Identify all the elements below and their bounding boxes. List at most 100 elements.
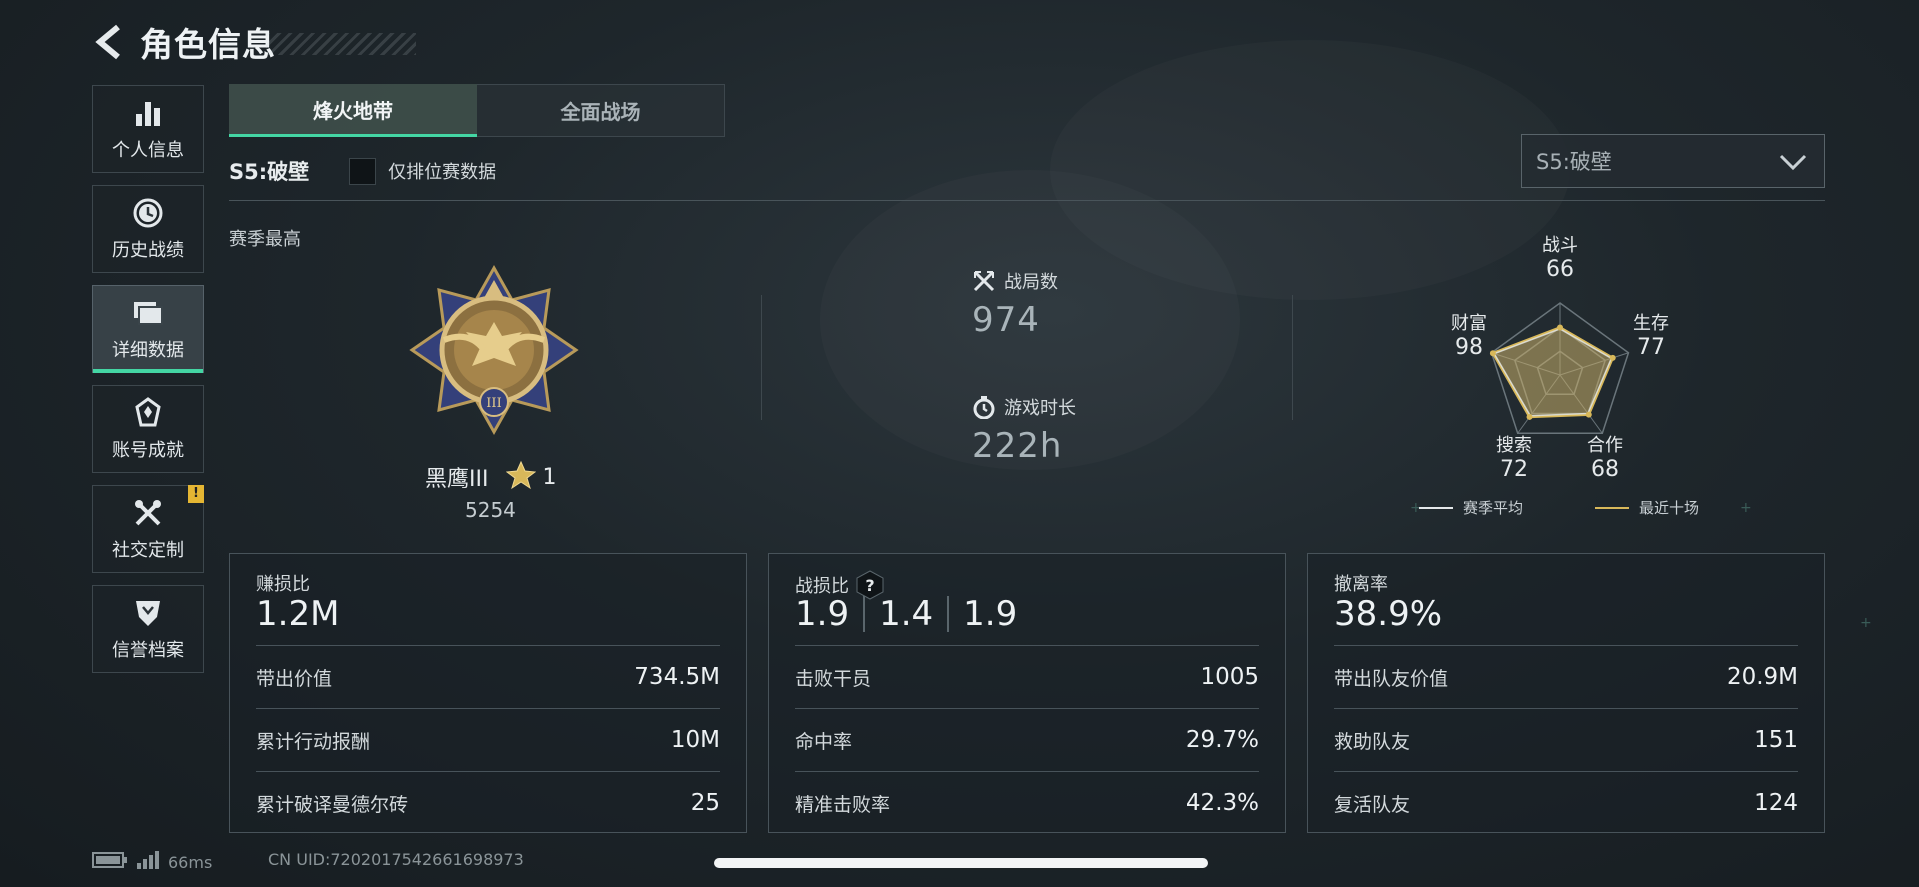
stopwatch-icon: [972, 395, 996, 420]
radar-legend-recent: 最近十场: [1595, 497, 1699, 518]
card-row: 复活队友 124: [1334, 771, 1798, 834]
row-value: 10M: [670, 727, 720, 753]
tools-icon: [131, 496, 165, 530]
rank-score: 5254: [465, 498, 516, 522]
row-label: 带出队友价值: [1334, 667, 1449, 690]
row-value: 20.9M: [1726, 664, 1798, 690]
card-row: 救助队友 151: [1334, 708, 1798, 771]
sidebar: 个人信息 历史战绩 详细数据 账号成就 社交定制 ! 信誉档案: [92, 85, 204, 685]
row-value: 25: [690, 790, 720, 816]
season-dropdown[interactable]: S5:破壁: [1521, 134, 1825, 188]
card-row: 击败干员 1005: [795, 645, 1259, 708]
sidebar-item-reputation[interactable]: 信誉档案: [92, 585, 204, 673]
matches-value: 974: [972, 300, 1040, 340]
season-name: S5:破壁: [229, 160, 310, 184]
sidebar-item-social[interactable]: 社交定制 !: [92, 485, 204, 573]
value-separator: [947, 596, 950, 632]
folder-icon: [131, 296, 165, 330]
card-row: 累计破译曼德尔砖 25: [256, 771, 720, 834]
card-main-values: 1.9 1.4 1.9: [795, 594, 1017, 634]
radar-axis-wealth: 财富 98: [1451, 313, 1487, 360]
row-value: 29.7%: [1185, 727, 1259, 753]
bar-chart-icon: [131, 96, 165, 130]
row-value: 42.3%: [1185, 790, 1259, 816]
notification-badge: !: [188, 485, 204, 503]
rank-name: 黑鹰III: [425, 467, 489, 492]
value-separator: [863, 596, 866, 632]
tab-warzone[interactable]: 烽火地带: [229, 84, 477, 137]
row-label: 累计破译曼德尔砖: [256, 793, 409, 816]
sidebar-item-achievements[interactable]: 账号成就: [92, 385, 204, 473]
row-value: 151: [1754, 727, 1798, 753]
crossed-swords-icon: [972, 269, 996, 293]
status-bar: 66ms: [92, 850, 212, 874]
sidebar-item-label: 历史战绩: [112, 240, 184, 261]
sidebar-item-history[interactable]: 历史战绩: [92, 185, 204, 273]
season-dropdown-value: S5:破壁: [1536, 150, 1612, 174]
card-title: 撤离率: [1334, 574, 1388, 595]
row-value: 734.5M: [634, 664, 720, 690]
decor-cross: +: [1860, 615, 1872, 631]
decor-cross: +: [1740, 500, 1752, 516]
rank-row: 黑鹰III 1: [425, 460, 556, 494]
mode-tabs: 烽火地带 全面战场: [229, 84, 725, 137]
kd-value: 1.4: [879, 594, 934, 634]
card-row: 精准击败率 42.3%: [795, 771, 1259, 834]
profit-loss-card: 赚损比 1.2M 带出价值 734.5M 累计行动报酬 10M 累计破译曼德尔砖…: [229, 553, 747, 833]
playtime-label: 游戏时长: [1004, 398, 1076, 419]
matches-stat: 战局数 974: [972, 268, 1058, 340]
sidebar-item-label: 社交定制: [112, 540, 184, 561]
sidebar-item-label: 账号成就: [112, 440, 184, 461]
radar-series-recent: [1491, 326, 1615, 419]
chevron-down-icon: [1778, 148, 1808, 181]
ability-radar: 战斗 66 生存 77 合作 68 搜索 72 财富 98: [1410, 225, 1710, 525]
row-label: 命中率: [795, 730, 853, 753]
page-title: 角色信息: [140, 25, 276, 64]
svg-text:?: ?: [865, 576, 874, 595]
svg-text:III: III: [486, 396, 501, 411]
radar-point: [1585, 411, 1592, 418]
card-main-value: 1.2M: [256, 594, 340, 634]
battery-icon: [92, 851, 128, 873]
vertical-divider: [1292, 295, 1293, 420]
rank-medal-icon: III: [404, 260, 584, 440]
sidebar-item-label: 信誉档案: [112, 640, 184, 661]
matches-label-row: 战局数: [972, 268, 1058, 294]
sidebar-item-personal-info[interactable]: 个人信息: [92, 85, 204, 173]
sidebar-item-label: 详细数据: [112, 340, 184, 361]
radar-axis-teamwork: 合作 68: [1587, 435, 1623, 482]
tab-full-battlefield[interactable]: 全面战场: [477, 84, 725, 137]
section-divider: [229, 200, 1825, 201]
radar-point: [1557, 324, 1563, 331]
card-row: 带出价值 734.5M: [256, 645, 720, 708]
playtime-value: 222h: [972, 426, 1063, 466]
shield-icon: [131, 596, 165, 630]
row-label: 击败干员: [795, 667, 872, 690]
season-best-label: 赛季最高: [229, 229, 301, 250]
kd-value: 1.9: [963, 594, 1018, 634]
row-value: 124: [1754, 790, 1798, 816]
row-label: 救助队友: [1334, 730, 1411, 753]
legend-line: [1419, 506, 1453, 509]
extraction-card: 撤离率 38.9% 带出队友价值 20.9M 救助队友 151 复活队友 124: [1307, 553, 1825, 833]
sidebar-item-label: 个人信息: [112, 140, 184, 161]
clock-icon: [131, 196, 165, 230]
radar-axis-survival: 生存 77: [1633, 313, 1669, 360]
legend-line: [1595, 506, 1629, 509]
home-indicator[interactable]: [714, 858, 1208, 868]
sidebar-item-detailed-data[interactable]: 详细数据: [92, 285, 204, 373]
legend-label: 最近十场: [1639, 499, 1700, 517]
card-main-value: 38.9%: [1334, 594, 1443, 634]
card-title: 赚损比: [256, 574, 310, 595]
radar-axis-search: 搜索 72: [1496, 435, 1532, 482]
radar-axis-combat: 战斗 66: [1542, 235, 1578, 282]
back-arrow-icon[interactable]: [92, 22, 126, 62]
rank-star-count: 1: [542, 464, 557, 490]
kd-card: 战损比 ? 1.9 1.4 1.9 击败干员 1005 命中率 29.7% 精准…: [768, 553, 1286, 833]
ranked-only-checkbox[interactable]: [349, 157, 377, 185]
ping-value: 66ms: [168, 852, 213, 872]
radar-legend-season-avg: 赛季平均: [1419, 497, 1523, 518]
radar-point: [1609, 354, 1616, 361]
row-label: 复活队友: [1334, 793, 1411, 816]
row-value: 1005: [1200, 664, 1259, 690]
